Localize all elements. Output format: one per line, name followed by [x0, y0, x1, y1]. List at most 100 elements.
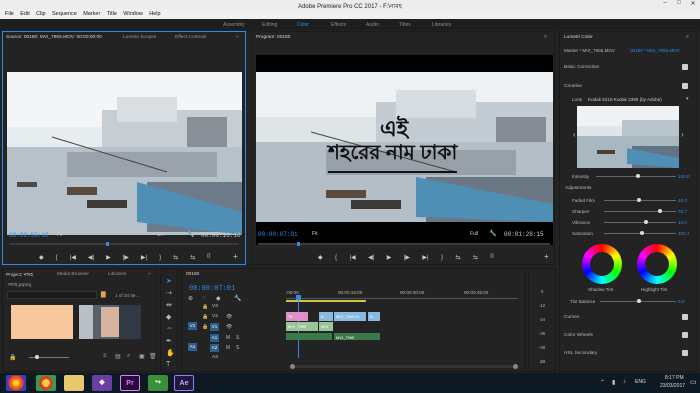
workspace-effects[interactable]: Effects — [331, 22, 346, 28]
mark-in-icon[interactable]: { — [335, 255, 337, 261]
minimize-icon[interactable]: – — [658, 0, 672, 6]
mute-icon[interactable]: M — [226, 335, 230, 341]
video-clip[interactable]: MVI_7965 — [286, 322, 318, 331]
menu-file[interactable]: File — [5, 11, 14, 17]
go-to-out-icon[interactable]: ▶| — [422, 254, 428, 261]
tab-program[interactable]: Program: 00180 — [256, 35, 290, 40]
go-to-in-icon[interactable]: |◀ — [70, 254, 76, 261]
clock-time[interactable]: 8:17 PM — [665, 375, 684, 381]
tab-effect-controls[interactable]: Effect Controls — [175, 35, 206, 40]
menu-edit[interactable]: Edit — [20, 11, 29, 17]
scrollbar-handle-left[interactable] — [290, 364, 295, 369]
visual-studio-icon[interactable]: ◆ — [92, 375, 112, 391]
saturation-knob[interactable] — [640, 231, 644, 235]
lift-icon[interactable]: ⇆ — [455, 254, 460, 261]
mute-icon[interactable]: M — [226, 345, 230, 351]
vibrance-slider[interactable] — [604, 222, 676, 223]
audio-clip[interactable] — [286, 333, 332, 340]
add-button-icon[interactable]: + — [544, 252, 549, 261]
folder-icon[interactable]: ▇ — [101, 291, 106, 298]
add-marker-icon[interactable]: ◆ — [216, 295, 221, 302]
add-button-icon[interactable]: + — [233, 252, 238, 261]
transition-clip[interactable]: A — [319, 312, 333, 321]
slider-value[interactable]: 75.7 — [678, 209, 687, 214]
program-playhead[interactable] — [297, 242, 300, 246]
track-label-a1[interactable]: A1 — [210, 334, 219, 342]
program-timecode[interactable]: 00:00:07:01 — [258, 231, 298, 238]
section-curves[interactable]: Curves — [564, 315, 579, 320]
project-thumbnail-video[interactable] — [79, 305, 141, 339]
snap-icon[interactable]: ⊕ — [188, 295, 193, 302]
program-quality-select[interactable]: Full — [470, 231, 478, 237]
hsl-secondary-checkbox[interactable] — [682, 350, 688, 356]
tray-up-icon[interactable]: ⌃ — [600, 379, 605, 386]
workspace-libraries[interactable]: Libraries — [432, 22, 451, 28]
insert-icon[interactable]: ⇆ — [173, 254, 178, 261]
hand-tool-icon[interactable]: ✋ — [166, 349, 175, 357]
menu-window[interactable]: Window — [123, 11, 143, 17]
panel-menu-icon[interactable]: » — [148, 272, 151, 277]
search-icon[interactable]: ⌕ — [127, 353, 130, 360]
mark-in-icon[interactable]: { — [56, 255, 58, 261]
source-scrubber[interactable] — [9, 243, 239, 245]
workspace-titles[interactable]: Titles — [399, 22, 411, 28]
lock-icon[interactable]: 🔒 — [202, 314, 208, 320]
tab-media-browser[interactable]: Media Browser — [57, 272, 89, 277]
video-clip[interactable]: MVI_7965.M — [334, 312, 366, 321]
sharpen-knob[interactable] — [658, 209, 662, 213]
menu-marker[interactable]: Marker — [83, 11, 100, 17]
source-fit-select[interactable]: Fit — [57, 232, 63, 238]
sequence-clip-label[interactable]: 00180 * MVI_7965.MOV — [630, 48, 680, 53]
tab-libraries[interactable]: Libraries — [108, 272, 126, 277]
tab-project[interactable]: Project: নামহ — [6, 272, 33, 280]
menu-title[interactable]: Title — [107, 11, 117, 17]
program-fit-select[interactable]: Fit — [312, 231, 318, 237]
sort-icon[interactable]: ≡ — [103, 353, 107, 359]
play-icon[interactable]: ▶ — [106, 254, 111, 261]
workspace-editing[interactable]: Editing — [262, 22, 277, 28]
firefox-icon[interactable] — [6, 375, 26, 391]
workspace-audio[interactable]: Audio — [366, 22, 379, 28]
camera-icon[interactable]: ⌷ — [207, 254, 211, 261]
previous-look-icon[interactable]: ‹ — [573, 130, 576, 139]
workspace-color[interactable]: Color — [297, 22, 309, 28]
menu-clip[interactable]: Clip — [36, 11, 45, 17]
tint-balance-knob[interactable] — [637, 299, 641, 303]
program-menu-icon[interactable]: ≡ — [544, 35, 547, 40]
clock-date[interactable]: 23/03/2017 — [660, 383, 685, 389]
chrome-icon[interactable] — [36, 375, 56, 391]
razor-tool-icon[interactable]: ◆ — [166, 313, 171, 321]
creative-checkbox[interactable] — [682, 83, 688, 89]
curves-checkbox[interactable] — [682, 314, 688, 320]
type-tool-icon[interactable]: T — [166, 361, 170, 368]
color-wheels-checkbox[interactable] — [682, 332, 688, 338]
tab-lumetri-scopes[interactable]: Lumetri Scopes — [123, 35, 156, 40]
eye-icon[interactable]: 👁 — [226, 314, 232, 320]
eye-icon[interactable]: 👁 — [226, 324, 232, 330]
solo-icon[interactable]: S — [236, 345, 239, 351]
add-marker-icon[interactable]: ◆ — [39, 254, 44, 261]
lock-icon[interactable]: 🔒 — [9, 354, 16, 361]
lock-icon[interactable]: 🔒 — [202, 304, 208, 310]
selection-tool-icon[interactable]: ➤ — [166, 277, 172, 285]
track-label-v1[interactable]: V1 — [210, 323, 219, 331]
step-forward-icon[interactable]: |▶ — [404, 254, 410, 261]
transition-clip[interactable]: A — [368, 312, 380, 321]
wrench-icon[interactable]: 🔧 — [489, 230, 496, 237]
go-to-in-icon[interactable]: |◀ — [349, 254, 355, 261]
camera-icon[interactable]: ⌷ — [490, 254, 494, 261]
sharpen-slider[interactable] — [604, 211, 676, 212]
intensity-value[interactable]: 100.0 — [678, 174, 690, 179]
panel-menu-icon[interactable]: » — [236, 35, 239, 40]
source-patch-a1[interactable]: A1 — [188, 343, 197, 351]
step-back-icon[interactable]: ◀| — [88, 254, 94, 261]
play-icon[interactable]: ▶ — [387, 254, 392, 261]
settings-icon[interactable]: 🔧 — [234, 295, 241, 302]
add-marker-icon[interactable]: ◆ — [318, 254, 323, 261]
track-select-tool-icon[interactable]: ⇢ — [166, 289, 172, 297]
mark-out-icon[interactable]: } — [159, 255, 161, 261]
program-scrubber[interactable] — [258, 243, 550, 245]
audio-clip[interactable]: MVI_7965 — [334, 333, 380, 340]
tab-source[interactable]: Source: 00180: MVI_7965.MOV: 00:00:00:00 — [6, 35, 102, 40]
video-clip[interactable]: MVI — [319, 322, 333, 331]
